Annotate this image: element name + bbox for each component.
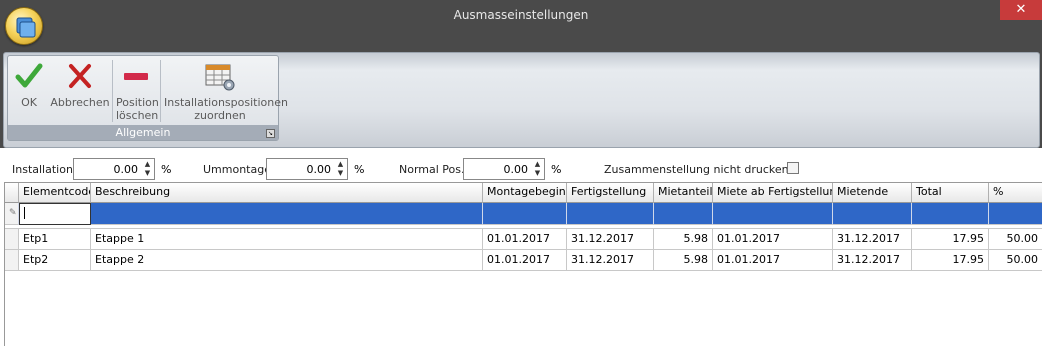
cell-mietende[interactable]: 31.12.2017 [833, 229, 912, 250]
cell-percent[interactable]: 50.00 [989, 250, 1042, 271]
new-row-elementcode-input[interactable] [19, 203, 91, 225]
app-logo-icon [16, 17, 36, 38]
column-header-beschreibung[interactable]: Beschreibung [91, 183, 483, 203]
cell-beschreibung[interactable]: Etappe 2 [91, 250, 483, 271]
normal-pos-percent: % [551, 163, 562, 176]
cell-miete-ab-fertigstellung[interactable]: 01.01.2017 [713, 250, 833, 271]
cell-elementcode[interactable]: Etp2 [19, 250, 91, 271]
ummontage-value: 0.00 [306, 163, 332, 176]
row-indicator-header [5, 183, 19, 203]
cell-total[interactable]: 17.95 [912, 250, 989, 271]
spinner-arrows-icon[interactable]: ▲ ▼ [532, 160, 543, 178]
table-row[interactable]: Etp2 Etappe 2 01.01.2017 31.12.2017 5.98… [5, 250, 1042, 271]
ok-label: OK [21, 96, 37, 109]
installation-percent: % [161, 163, 172, 176]
cell-miete-ab-fertigstellung[interactable]: 01.01.2017 [713, 229, 833, 250]
app-menu-orb[interactable] [5, 7, 43, 45]
installation-label: Installation: [12, 163, 77, 176]
assign-label-line2: zuordnen [194, 109, 246, 122]
ribbon-group-general: OK Abbrechen Position löschen Installati… [7, 55, 288, 141]
cell-mietanteil[interactable]: 5.98 [654, 250, 713, 271]
row-indicator[interactable] [5, 250, 19, 271]
cell-mietanteil[interactable]: 5.98 [654, 229, 713, 250]
ribbon-group-label: Allgemein [8, 125, 278, 140]
column-header-montagebeginn[interactable]: Montagebeginn [483, 183, 567, 203]
cell-mietende[interactable]: 31.12.2017 [833, 250, 912, 271]
normal-pos-label: Normal Pos.: [399, 163, 469, 176]
ummontage-label: Ummontage: [203, 163, 275, 176]
delete-position-button[interactable]: Position löschen [116, 60, 159, 122]
delete-label-line1: Position [116, 96, 159, 109]
new-row-cell[interactable] [912, 203, 989, 225]
assign-installation-positions-button[interactable]: Installationspositionen zuordnen [164, 60, 288, 122]
row-indicator[interactable] [5, 229, 19, 250]
title-bar: Ausmasseinstellungen ✕ [0, 0, 1042, 30]
cell-percent[interactable]: 50.00 [989, 229, 1042, 250]
new-row-cell[interactable] [91, 203, 483, 225]
cell-montagebeginn[interactable]: 01.01.2017 [483, 250, 567, 271]
cell-montagebeginn[interactable]: 01.01.2017 [483, 229, 567, 250]
summary-label: Zusammenstellung nicht drucken [604, 163, 789, 176]
grid-header-row: Elementcode Beschreibung Montagebeginn F… [5, 183, 1042, 203]
spinner-arrows-icon[interactable]: ▲ ▼ [335, 160, 346, 178]
column-header-elementcode[interactable]: Elementcode [19, 183, 91, 203]
normal-pos-value: 0.00 [503, 163, 529, 176]
column-header-miete-ab-fertigstellung[interactable]: Miete ab Fertigstellung [713, 183, 833, 203]
ribbon-separator [112, 60, 113, 122]
normal-pos-spinner[interactable]: 0.00 ▲ ▼ [463, 158, 545, 180]
installation-value: 0.00 [113, 163, 139, 176]
new-row-cell[interactable] [713, 203, 833, 225]
new-row-cell[interactable] [833, 203, 912, 225]
summary-checkbox[interactable] [787, 162, 799, 174]
elements-grid: Elementcode Beschreibung Montagebeginn F… [4, 182, 1042, 346]
ummontage-spinner[interactable]: 0.00 ▲ ▼ [266, 158, 348, 180]
x-cross-icon [69, 64, 91, 88]
cell-elementcode[interactable]: Etp1 [19, 229, 91, 250]
checkmark-icon [15, 63, 43, 88]
table-settings-icon [205, 64, 235, 91]
installation-spinner[interactable]: 0.00 ▲ ▼ [73, 158, 155, 180]
assign-label-line1: Installationspositionen [164, 96, 288, 109]
window-title: Ausmasseinstellungen [453, 8, 589, 22]
spinner-arrows-icon[interactable]: ▲ ▼ [142, 160, 153, 178]
new-row-cell[interactable] [654, 203, 713, 225]
cell-fertigstellung[interactable]: 31.12.2017 [567, 229, 654, 250]
ummontage-percent: % [354, 163, 365, 176]
cell-total[interactable]: 17.95 [912, 229, 989, 250]
close-button[interactable]: ✕ [1000, 0, 1042, 20]
cancel-button[interactable]: Abbrechen [50, 60, 110, 109]
new-row-cell[interactable] [483, 203, 567, 225]
ok-button[interactable]: OK [14, 60, 44, 109]
new-row-cell[interactable] [989, 203, 1042, 225]
pencil-edit-icon: ✎ [5, 203, 19, 225]
cancel-label: Abbrechen [50, 96, 110, 109]
delete-label-line2: löschen [116, 109, 159, 122]
column-header-fertigstellung[interactable]: Fertigstellung [567, 183, 654, 203]
column-header-mietende[interactable]: Mietende [833, 183, 912, 203]
column-header-total[interactable]: Total [912, 183, 989, 203]
column-header-mietanteil[interactable]: Mietanteil [654, 183, 713, 203]
group-dialog-launcher-icon[interactable]: ↘ [266, 129, 275, 138]
table-row[interactable]: Etp1 Etappe 1 01.01.2017 31.12.2017 5.98… [5, 229, 1042, 250]
new-row[interactable]: ✎ [5, 203, 1042, 225]
cell-fertigstellung[interactable]: 31.12.2017 [567, 250, 654, 271]
column-header-percent[interactable]: % [989, 183, 1042, 203]
new-row-cell[interactable] [567, 203, 654, 225]
minus-bar-icon [124, 73, 148, 80]
cell-beschreibung[interactable]: Etappe 1 [91, 229, 483, 250]
ribbon-separator [160, 60, 161, 122]
